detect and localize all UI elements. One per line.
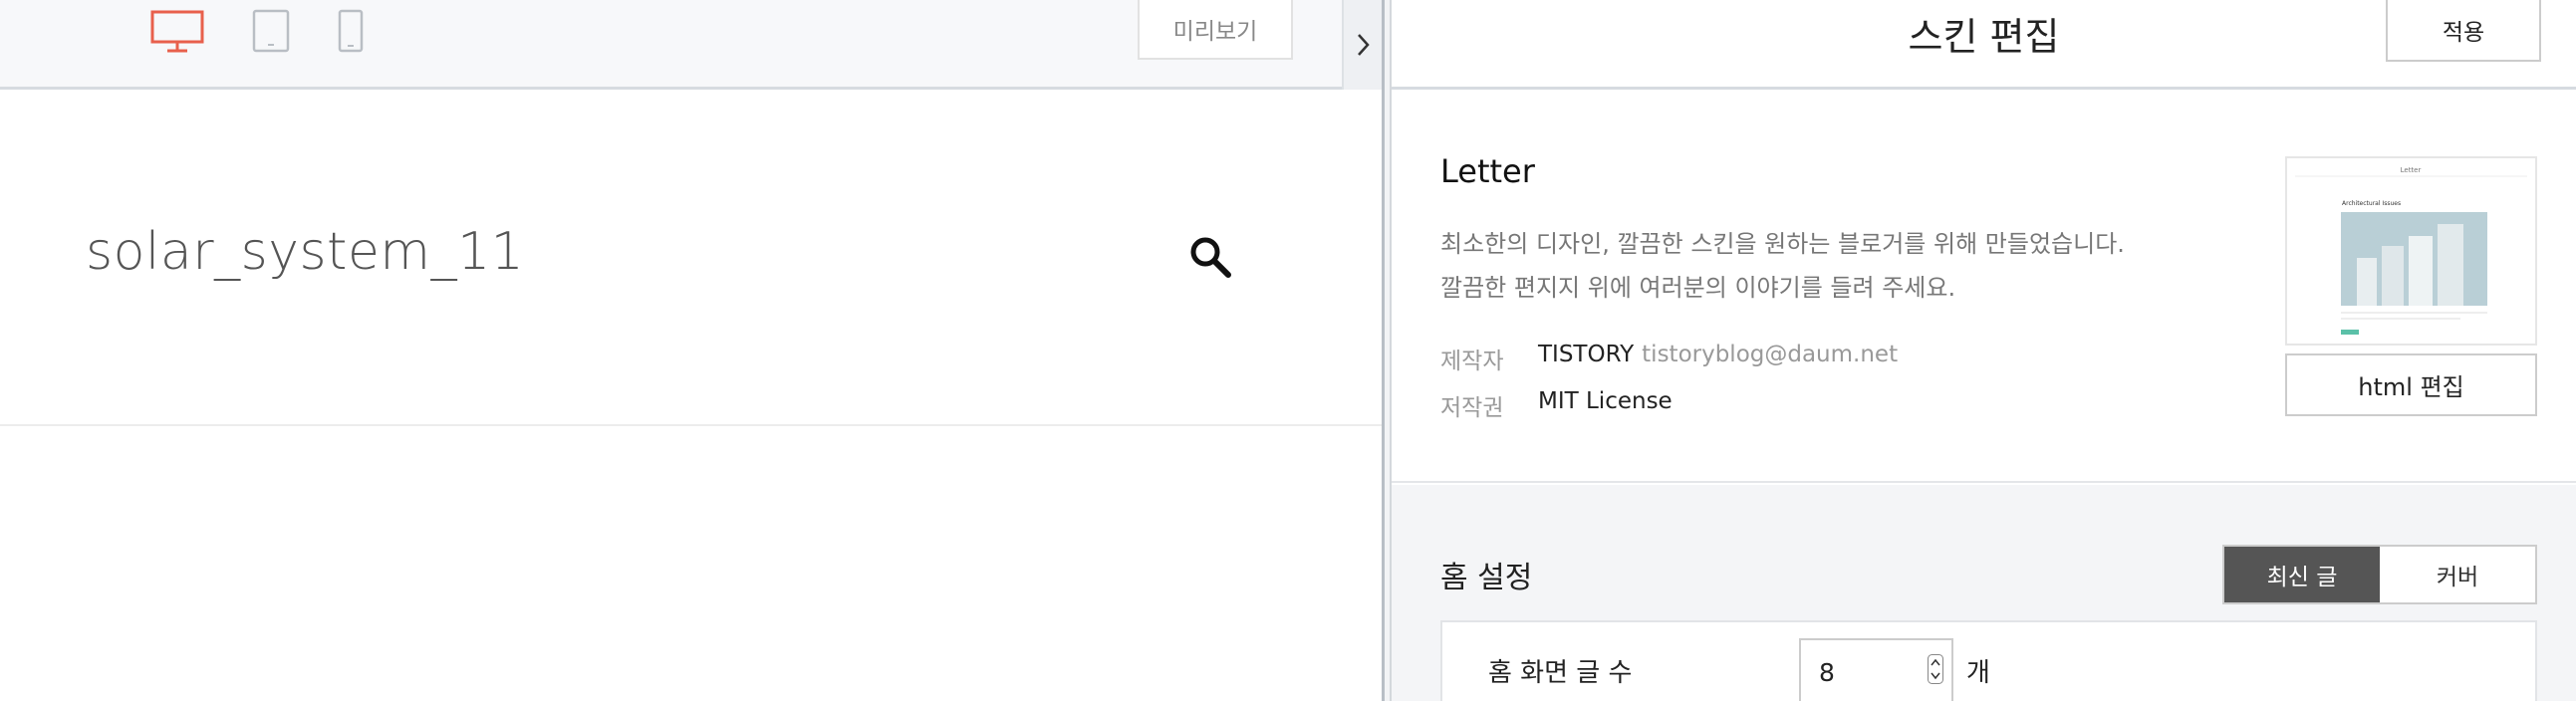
skin-name: Letter	[1440, 152, 1535, 190]
chevron-right-icon[interactable]	[1342, 0, 1382, 90]
home-type-cover[interactable]: 커버	[2380, 547, 2535, 602]
pane-divider[interactable]	[1382, 0, 1392, 701]
panel-header: 스킨 편집 적용	[1392, 0, 2576, 90]
post-count-setting: 홈 화면 글 수 8 개	[1440, 620, 2537, 701]
home-settings-section: 홈 설정 최신 글 커버 홈 화면 글 수 8 개	[1392, 485, 2576, 701]
thumbnail-header-text: Letter	[2401, 166, 2422, 174]
skin-description: 최소한의 디자인, 깔끔한 스킨을 원하는 블로거를 위해 만들었습니다. 깔끔…	[1440, 222, 2125, 310]
skin-description-line: 최소한의 디자인, 깔끔한 스킨을 원하는 블로거를 위해 만들었습니다.	[1440, 230, 2125, 258]
thumbnail-post-title: Architectural Issues	[2342, 200, 2401, 207]
home-type-latest-posts[interactable]: 최신 글	[2224, 547, 2380, 602]
search-icon[interactable]	[1187, 234, 1233, 280]
preview-toolbar: 미리보기	[0, 0, 1382, 90]
desktop-icon[interactable]	[149, 8, 205, 54]
skin-description-line: 깔끔한 편지지 위에 여러분의 이야기를 들려 주세요.	[1440, 274, 1956, 302]
license-value: MIT License	[1538, 388, 1673, 414]
html-edit-button[interactable]: html 편집	[2285, 353, 2537, 416]
skin-edit-panel: 스킨 편집 적용 Letter 최소한의 디자인, 깔끔한 스킨을 원하는 블로…	[1392, 0, 2576, 701]
tablet-icon[interactable]	[251, 8, 291, 54]
home-type-toggle: 최신 글 커버	[2222, 545, 2537, 604]
mobile-icon[interactable]	[337, 8, 365, 54]
home-settings-title: 홈 설정	[1440, 561, 1533, 595]
apply-button[interactable]: 적용	[2386, 0, 2541, 62]
skin-info-section: Letter 최소한의 디자인, 깔끔한 스킨을 원하는 블로거를 위해 만들었…	[1392, 93, 2576, 483]
skin-thumbnail: Letter Architectural Issues	[2285, 156, 2537, 346]
blog-preview-pane: 미리보기 solar_system_11	[0, 0, 1382, 701]
post-count-unit: 개	[1966, 658, 1990, 688]
blog-title[interactable]: solar_system_11	[86, 222, 524, 282]
post-count-input[interactable]: 8	[1799, 638, 1953, 701]
number-stepper-icon[interactable]	[1928, 654, 1943, 684]
preview-button[interactable]: 미리보기	[1138, 0, 1293, 60]
blog-header: solar_system_11	[0, 93, 1382, 426]
author-name: TISTORY	[1538, 342, 1635, 367]
author-value: TISTORY tistoryblog@daum.net	[1538, 342, 1898, 367]
author-label: 제작자	[1440, 349, 1504, 374]
license-label: 저작권	[1440, 395, 1504, 421]
post-count-label: 홈 화면 글 수	[1488, 658, 1633, 688]
post-count-value[interactable]: 8	[1819, 658, 1835, 687]
author-email: tistoryblog@daum.net	[1642, 342, 1899, 367]
